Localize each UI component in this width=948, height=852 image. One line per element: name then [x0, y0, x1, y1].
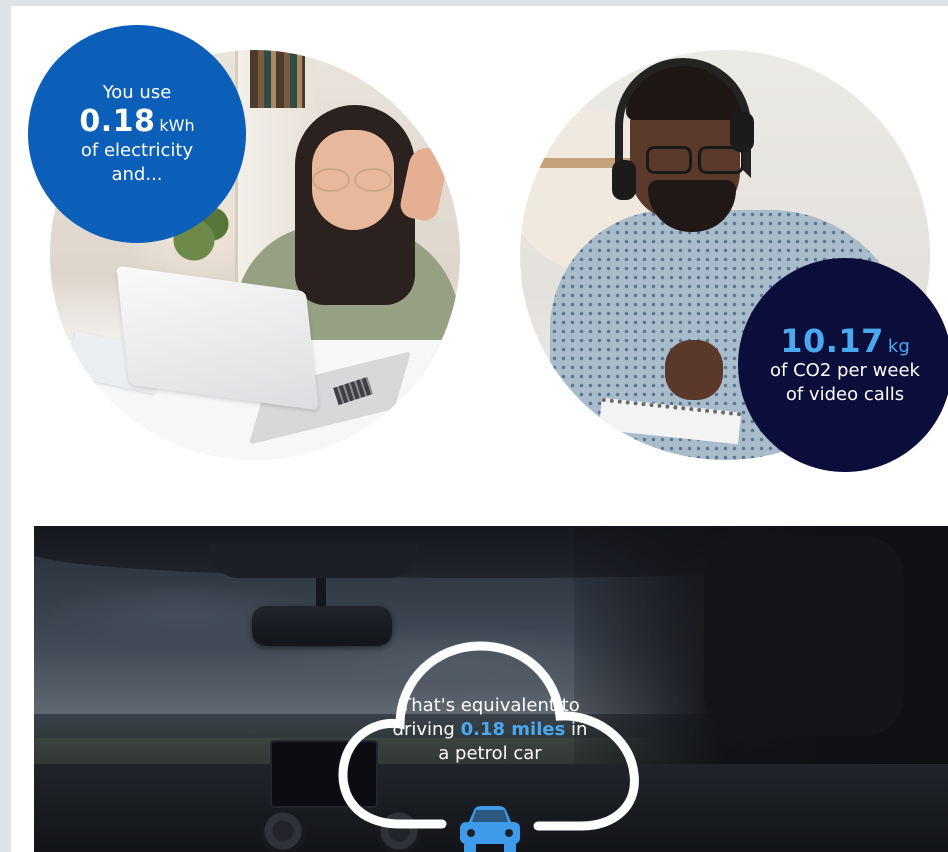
equivalent-prefix: driving — [392, 719, 455, 740]
electricity-value-row: 0.18 kWh — [79, 105, 194, 139]
headset-earcup-left — [612, 160, 636, 200]
electricity-unit: kWh — [159, 116, 195, 135]
books — [250, 50, 305, 108]
equivalent-suffix: in — [571, 719, 588, 740]
equivalent-line2: driving 0.18 miles in — [360, 718, 620, 742]
co2-stat-bubble: 10.17 kg of CO2 per week of video calls — [738, 258, 948, 472]
electricity-line3: and... — [111, 164, 163, 185]
equivalent-highlight: 0.18 miles — [460, 719, 566, 740]
car-interior-banner: That's equivalent to driving 0.18 miles … — [34, 526, 948, 852]
equivalent-text: That's equivalent to driving 0.18 miles … — [360, 694, 620, 766]
car-icon — [450, 802, 530, 852]
car-icon-svg — [460, 806, 520, 852]
electricity-stat-bubble: You use 0.18 kWh of electricity and... — [28, 25, 246, 243]
electricity-intro: You use — [102, 82, 172, 103]
co2-line2: of video calls — [785, 383, 905, 405]
co2-value-row: 10.17 kg — [780, 324, 910, 359]
electricity-line2: of electricity — [80, 140, 194, 161]
electricity-value: 0.18 — [79, 104, 156, 139]
headset-earcup-right — [730, 112, 754, 152]
writing-hand — [665, 340, 723, 400]
equivalent-line1: That's equivalent to — [400, 695, 580, 716]
page: You use 0.18 kWh of electricity and... 10… — [0, 0, 948, 852]
co2-value: 10.17 — [780, 321, 884, 360]
co2-unit: kg — [887, 335, 910, 357]
glasses — [308, 168, 398, 192]
co2-line1: of CO2 per week — [770, 359, 920, 381]
cloud-callout: That's equivalent to driving 0.18 miles … — [330, 624, 650, 852]
equivalent-line3: a petrol car — [438, 743, 542, 764]
